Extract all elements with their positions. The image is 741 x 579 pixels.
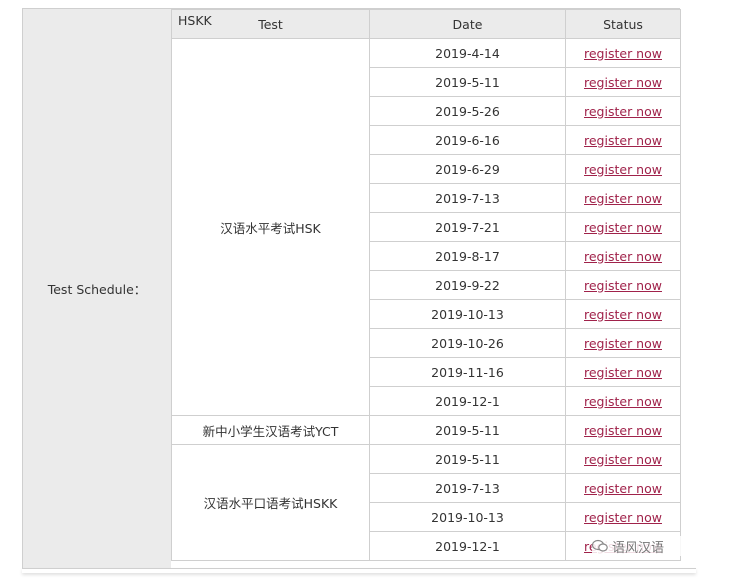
test-name-cell: 汉语水平口语考试HSKK xyxy=(171,444,370,561)
table-row: 新中小学生汉语考试YCT 2019-5-11 register now xyxy=(171,415,681,445)
header-status: Status xyxy=(565,9,681,39)
date-cell: 2019-11-16 xyxy=(369,357,566,387)
header-hskk-tag: HSKK xyxy=(178,13,212,28)
table-row: 汉语水平口语考试HSKK 2019-5-11 register now xyxy=(171,444,681,561)
register-now-link[interactable]: register now xyxy=(584,191,662,206)
status-cell: register now xyxy=(565,415,681,445)
date-cell: 2019-5-26 xyxy=(369,96,566,126)
status-cell: register now xyxy=(565,241,681,271)
date-cell: 2019-8-17 xyxy=(369,241,566,271)
date-cell: 2019-6-29 xyxy=(369,154,566,184)
header-test: HSKK Test xyxy=(171,9,370,39)
date-cell: 2019-7-21 xyxy=(369,212,566,242)
status-cell: register now xyxy=(565,67,681,97)
register-now-link[interactable]: register now xyxy=(584,423,662,438)
date-cell: 2019-12-1 xyxy=(369,386,566,416)
test-schedule-label-text: Test Schedule： xyxy=(47,282,147,297)
schedule-body: 汉语水平考试HSK 2019-4-14 register now 2019-5-11 r… xyxy=(171,38,681,561)
chat-bubble-icon xyxy=(591,539,608,553)
table-header-row: HSKK Test Date Status xyxy=(171,9,681,39)
status-cell: register now xyxy=(565,357,681,387)
date-cell: 2019-6-16 xyxy=(369,125,566,155)
status-cell: register now xyxy=(565,183,681,213)
register-now-link[interactable]: register now xyxy=(584,452,662,467)
date-cell: 2019-10-26 xyxy=(369,328,566,358)
test-schedule-label: Test Schedule： xyxy=(23,9,171,568)
register-now-link[interactable]: register now xyxy=(584,278,662,293)
status-cell: register now xyxy=(565,386,681,416)
date-cell: 2019-7-13 xyxy=(369,183,566,213)
register-now-link[interactable]: register now xyxy=(584,481,662,496)
watermark: 语风汉语 xyxy=(591,536,682,556)
register-now-link[interactable]: register now xyxy=(584,394,662,409)
date-cell: 2019-7-13 xyxy=(369,473,566,503)
date-cell: 2019-9-22 xyxy=(369,270,566,300)
status-cell: register now xyxy=(565,270,681,300)
status-cell: register now xyxy=(565,38,681,68)
register-now-link[interactable]: register now xyxy=(584,75,662,90)
status-cell: register now xyxy=(565,328,681,358)
register-now-link[interactable]: register now xyxy=(584,365,662,380)
register-now-link[interactable]: register now xyxy=(584,46,662,61)
status-cell: register now xyxy=(565,299,681,329)
status-cell: register now xyxy=(565,125,681,155)
bottom-divider xyxy=(22,568,696,573)
date-cell: 2019-10-13 xyxy=(369,502,566,532)
date-cell: 2019-4-14 xyxy=(369,38,566,68)
status-cell: register now xyxy=(565,212,681,242)
watermark-text: 语风汉语 xyxy=(612,540,665,556)
register-now-link[interactable]: register now xyxy=(584,336,662,351)
register-now-link[interactable]: register now xyxy=(584,133,662,148)
status-cell: register now xyxy=(565,96,681,126)
date-cell: 2019-5-11 xyxy=(369,415,566,445)
date-cell: 2019-10-13 xyxy=(369,299,566,329)
header-date: Date xyxy=(369,9,566,39)
register-now-link[interactable]: register now xyxy=(584,249,662,264)
date-cell: 2019-12-1 xyxy=(369,531,566,561)
register-now-link[interactable]: register now xyxy=(584,307,662,322)
register-now-link[interactable]: register now xyxy=(584,220,662,235)
test-name-cell: 新中小学生汉语考试YCT xyxy=(171,415,370,445)
register-now-link[interactable]: register now xyxy=(584,104,662,119)
status-cell: register now xyxy=(565,502,681,532)
date-cell: 2019-5-11 xyxy=(369,444,566,474)
header-test-label: Test xyxy=(258,16,283,32)
date-cell: 2019-5-11 xyxy=(369,67,566,97)
status-cell: register now xyxy=(565,154,681,184)
status-cell: register now xyxy=(565,444,681,474)
test-name-cell: 汉语水平考试HSK xyxy=(171,38,370,416)
schedule-table: HSKK Test Date Status 汉语水平考试HSK 2019-4-14… xyxy=(171,9,681,561)
status-cell: register now xyxy=(565,473,681,503)
register-now-link[interactable]: register now xyxy=(584,510,662,525)
register-now-link[interactable]: register now xyxy=(584,162,662,177)
table-row: 汉语水平考试HSK 2019-4-14 register now xyxy=(171,38,681,416)
